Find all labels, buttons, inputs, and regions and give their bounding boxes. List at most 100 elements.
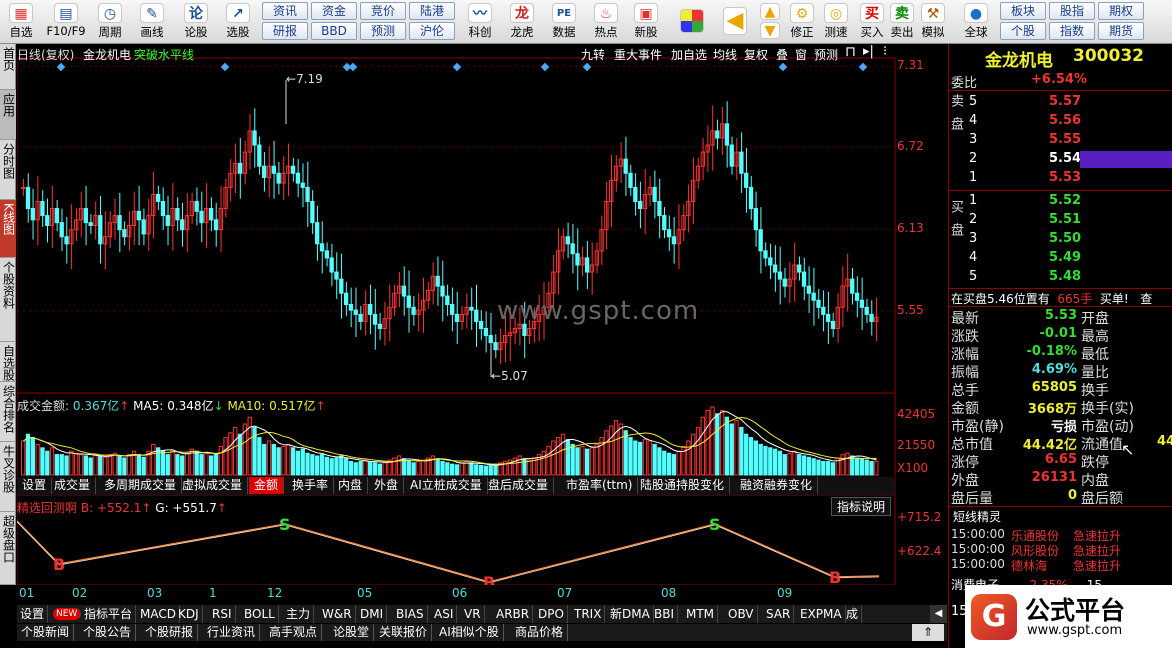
indicator-explain-button[interactable]: 指标说明 (831, 497, 892, 516)
next-icon[interactable]: ▸| (863, 44, 874, 59)
order-notice[interactable]: 在买盘5.46位置有 665手 买单! 查 (951, 290, 1152, 307)
research-button[interactable]: 研报 (262, 22, 308, 40)
news-tab-8[interactable]: 商品价格 (511, 624, 569, 641)
new-stock-button[interactable]: ▣ 新股 (628, 1, 664, 43)
ask-price-3[interactable]: 5.55 (1049, 132, 1081, 147)
dragon-tiger-button[interactable]: 龙龙虎 (504, 1, 540, 43)
indicator-tab-13[interactable]: ARBR (493, 605, 534, 623)
nav-intraday[interactable]: 分时图 (0, 140, 16, 200)
ask-price-2[interactable]: 5.54 (1049, 151, 1081, 166)
subtab-9[interactable]: 盘后成交量 (483, 477, 555, 494)
hot-button[interactable]: ♨ 热点 (588, 1, 624, 43)
period-button[interactable]: ◷ 周期 (92, 1, 128, 43)
indicator-tab-18[interactable]: MTM (683, 605, 719, 623)
indicator-tab-21[interactable]: EXPMA (797, 605, 846, 623)
scroll-left-icon[interactable]: ◀ (930, 605, 947, 623)
nav-ranking[interactable]: 综合排名 (0, 382, 16, 442)
news-tab-3[interactable]: 行业资讯 (203, 624, 261, 641)
back-button[interactable]: ◀ (716, 1, 754, 43)
tool-add-watchlist[interactable]: 加自选 (671, 46, 707, 63)
indicator-tab-11[interactable]: ASI (431, 605, 458, 623)
tool-adjust[interactable]: 复权 (744, 46, 768, 63)
subtab-4[interactable]: 金额 (249, 477, 285, 494)
indicator-tab-8[interactable]: W&R (319, 605, 356, 623)
data-button[interactable]: PE 数据 (546, 1, 582, 43)
funds-button[interactable]: 资金 (311, 2, 357, 20)
watchlist-button[interactable]: ▦ 自选 (4, 1, 38, 43)
subtab-8[interactable]: AI立桩成交量 (405, 477, 488, 494)
indicator-tab-1[interactable]: NEW (53, 608, 82, 620)
tool-nine-turn[interactable]: 九转 (581, 46, 605, 63)
indicator-tab-10[interactable]: BIAS (393, 605, 428, 623)
lock-icon[interactable]: ⊓ (845, 44, 856, 60)
tool-ma[interactable]: 均线 (713, 46, 737, 63)
fix-button[interactable]: ⚙ 修正 (786, 1, 818, 43)
news-tab-4[interactable]: 高手观点 (265, 624, 323, 641)
indicator-tab-0[interactable]: 设置 (17, 605, 49, 623)
news-tab-7[interactable]: AI相似个股 (435, 624, 504, 641)
tool-forecast[interactable]: 预测 (814, 46, 838, 63)
buy-button[interactable]: 买买入 (858, 1, 886, 43)
news-tab-6[interactable]: 关联报价 (375, 624, 433, 641)
nav-super-order[interactable]: 超级盘口 (0, 512, 16, 585)
indicator-tab-12[interactable]: VR (461, 605, 485, 623)
indicator-tab-4[interactable]: KDJ (175, 605, 203, 623)
nav-stock-profile[interactable]: 个股资料 (0, 258, 16, 342)
indicator-tab-9[interactable]: DMI (357, 605, 388, 623)
index-button[interactable]: 指数 (1049, 22, 1095, 40)
tool-major-events[interactable]: 重大事件 (614, 46, 662, 63)
indicator-tab-14[interactable]: DPO (535, 605, 568, 623)
subtab-2[interactable]: 多周期成交量 (99, 477, 183, 494)
subtab-10[interactable]: 市盈率(ttm) (561, 477, 639, 494)
subtab-12[interactable]: 融资融券变化 (735, 477, 819, 494)
options-button[interactable]: 期权 (1098, 2, 1144, 20)
subtab-1[interactable]: 成交量 (49, 477, 97, 494)
futures-button[interactable]: 期货 (1098, 22, 1144, 40)
news-tab-5[interactable]: 论股堂 (329, 624, 375, 641)
bid-price-2[interactable]: 5.51 (1049, 212, 1081, 227)
up-button[interactable]: ▲ ▼ (758, 1, 782, 43)
ask-price-5[interactable]: 5.57 (1049, 94, 1081, 109)
short-elf-stock[interactable]: 德林海 (1011, 557, 1047, 574)
subtab-6[interactable]: 内盘 (333, 477, 369, 494)
discuss-button[interactable]: 论论股 (178, 1, 214, 43)
tool-overlay[interactable]: 叠 (776, 46, 788, 63)
indicator-tab-3[interactable]: MACD (137, 605, 180, 623)
news-tab-0[interactable]: 个股新闻 (17, 624, 75, 641)
tool-window[interactable]: 窗 (795, 46, 807, 63)
layout-button[interactable] (676, 1, 708, 43)
indicator-tab-6[interactable]: BOLL (241, 605, 279, 623)
nav-kline[interactable]: K线图 (0, 200, 16, 258)
sh-london-button[interactable]: 沪伦 (409, 22, 455, 40)
indicator-tab-20[interactable]: SAR (763, 605, 795, 623)
sell-button[interactable]: 卖卖出 (888, 1, 916, 43)
stock-button[interactable]: 个股 (1000, 22, 1046, 40)
indicator-tab-16[interactable]: 新DMA (607, 605, 654, 623)
global-button[interactable]: ● 全球 (954, 1, 998, 43)
hk-connect-button[interactable]: 陆港 (409, 2, 455, 20)
forecast-button[interactable]: 预测 (360, 22, 406, 40)
subtab-5[interactable]: 换手率 (287, 477, 335, 494)
speed-test-button[interactable]: ◎ 测速 (820, 1, 852, 43)
subtab-3[interactable]: 虚拟成交量 (177, 477, 249, 494)
auction-button[interactable]: 竞价 (360, 2, 406, 20)
bid-price-3[interactable]: 5.50 (1049, 231, 1081, 246)
bid-price-4[interactable]: 5.49 (1049, 250, 1081, 265)
simulate-button[interactable]: ⚒ 模拟 (918, 1, 948, 43)
select-stock-button[interactable]: ↗ 选股 (220, 1, 256, 43)
sci-tech-button[interactable]: 〰科创 (460, 1, 500, 43)
draw-line-button[interactable]: ✎ 画线 (134, 1, 170, 43)
indicator-tab-5[interactable]: RSI (209, 605, 236, 623)
bid-price-5[interactable]: 5.48 (1049, 269, 1081, 284)
indicator-tab-22[interactable]: 成 (843, 605, 863, 623)
indicator-tab-17[interactable]: BBI (651, 605, 679, 623)
subtab-7[interactable]: 外盘 (369, 477, 405, 494)
news-tab-1[interactable]: 个股公告 (79, 624, 137, 641)
indicator-tab-2[interactable]: 指标平台 (81, 605, 137, 623)
nav-diagnosis[interactable]: 牛叉诊股 (0, 442, 16, 512)
news-button[interactable]: 资讯 (262, 2, 308, 20)
ask-price-1[interactable]: 5.53 (1049, 170, 1081, 185)
stock-index-button[interactable]: 股指 (1049, 2, 1095, 20)
bid-price-1[interactable]: 5.52 (1049, 193, 1081, 208)
f10-button[interactable]: ▤ F10/F9 (44, 1, 88, 43)
